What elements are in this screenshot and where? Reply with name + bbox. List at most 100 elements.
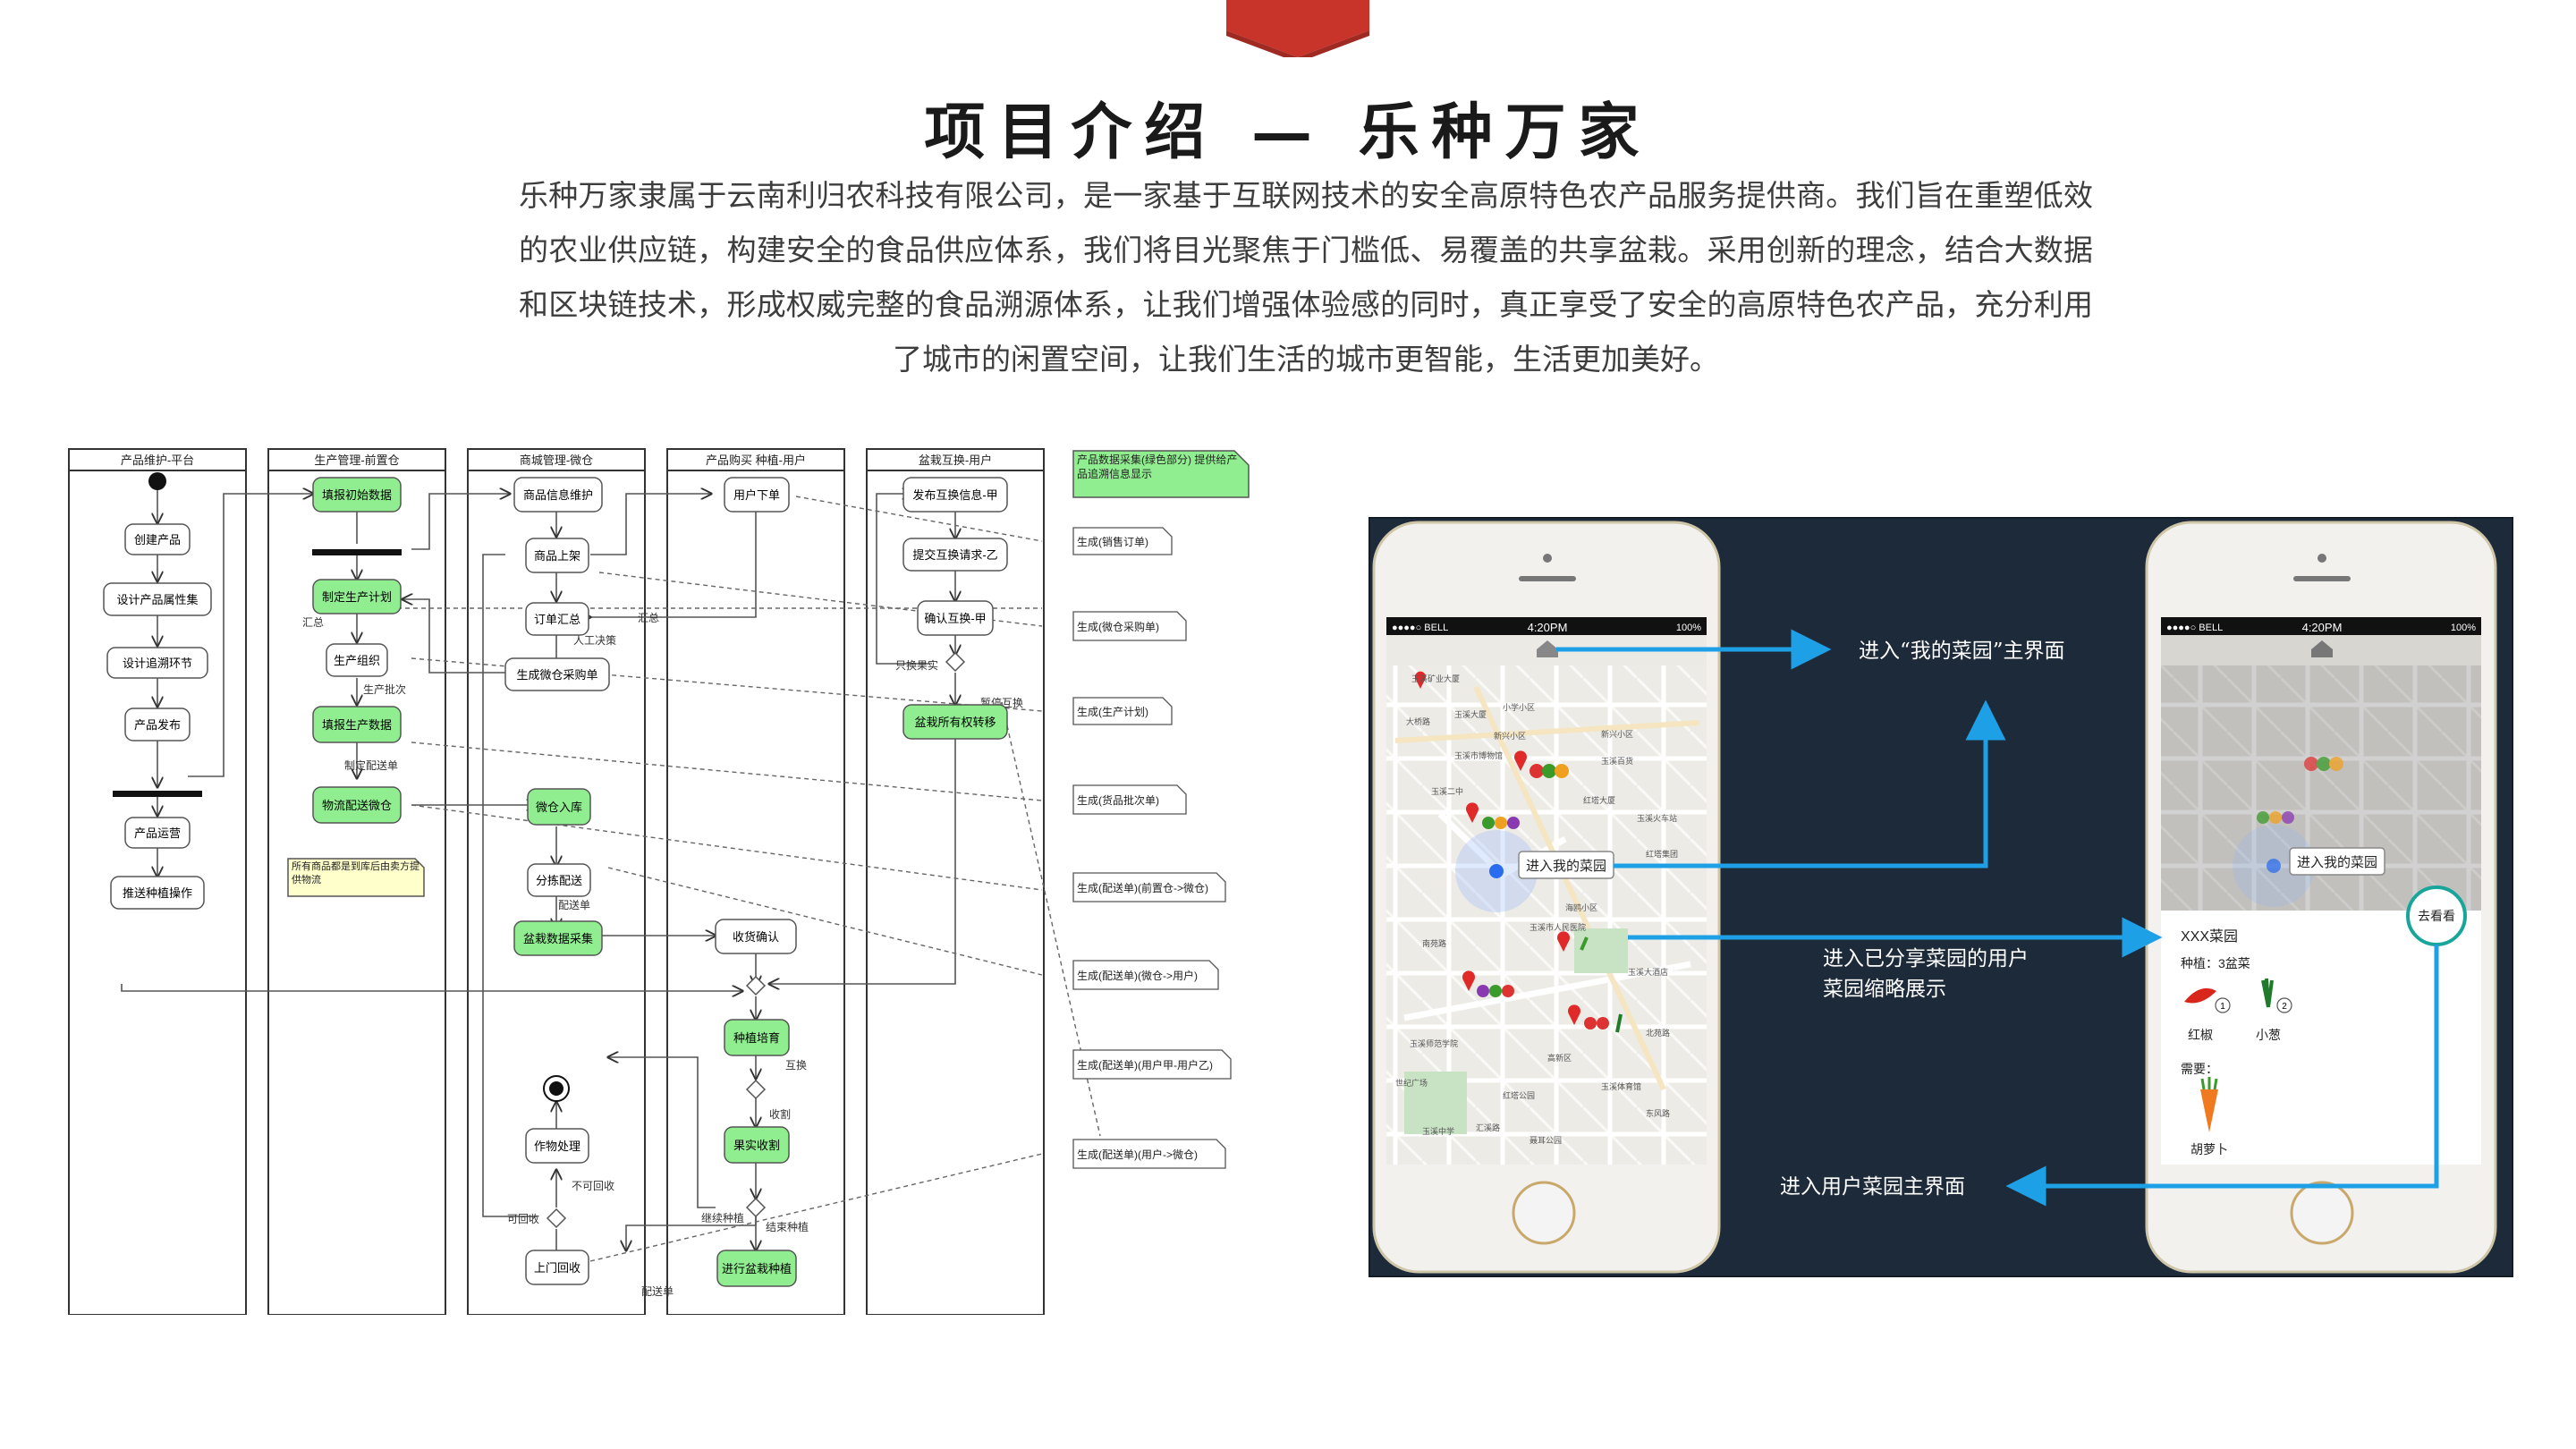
svg-text:北苑路: 北苑路 (1646, 1028, 1670, 1038)
svg-text:盆栽所有权转移: 盆栽所有权转移 (914, 716, 996, 729)
node-exch-ok: 确认互换-甲 (917, 600, 994, 636)
garden-preview-card[interactable]: XXX菜园 种植：3盆菜 1 2 红椒 小葱 需要： 胡萝卜 (2161, 911, 2481, 1165)
enter-my-garden-button-right[interactable]: 进入我的菜园 (2289, 847, 2385, 876)
svg-text:上门回收: 上门回收 (534, 1261, 580, 1275)
node-transfer: 盆栽所有权转移 (902, 704, 1008, 740)
annotation-enter-user-garden: 进入用户菜园主界面 (1780, 1175, 1965, 1199)
svg-text:进入我的菜园: 进入我的菜园 (1526, 859, 1606, 874)
svg-text:高新区: 高新区 (1547, 1053, 1572, 1063)
node-design-trace: 设计追溯环节 (106, 647, 208, 679)
node-create-product: 创建产品 (124, 523, 191, 555)
note-yellow: 所有商品都是到库后由卖方提供物流 (287, 858, 425, 897)
svg-text:玉溪市博物馆: 玉溪市博物馆 (1454, 750, 1503, 760)
svg-text:分拣配送: 分拣配送 (536, 874, 582, 887)
svg-text:100%: 100% (2451, 623, 2476, 633)
card-title: XXX菜园 (2181, 928, 2238, 945)
svg-text:●●●●○ BELL: ●●●●○ BELL (1392, 623, 1448, 633)
svg-text:玉溪大酒店: 玉溪大酒店 (1628, 967, 1668, 977)
lane-header-production: 生产管理-前置仓 (314, 453, 399, 467)
svg-text:推送种植操作: 推送种植操作 (123, 886, 192, 900)
lane-header-exchange: 盆栽互换-用户 (919, 453, 992, 467)
svg-text:4:20PM: 4:20PM (2302, 621, 2343, 634)
svg-text:聂耳公园: 聂耳公园 (1530, 1136, 1562, 1145)
node-visit: 上门回收 (525, 1250, 589, 1285)
lane-header-mall: 商城管理-微仓 (520, 453, 593, 467)
home-button[interactable] (1512, 1181, 1576, 1245)
node-fill-init: 填报初始数据 (312, 477, 402, 513)
svg-text:100%: 100% (1676, 623, 1701, 633)
svg-text:微仓入库: 微仓入库 (536, 801, 582, 814)
svg-text:商品上架: 商品上架 (534, 549, 580, 563)
doc-delivery-user-to-user: 生成(配送单)(用户甲-用户乙) (1072, 1049, 1232, 1080)
svg-text:填报初始数据: 填报初始数据 (322, 488, 392, 502)
node-shelf: 商品上架 (525, 538, 589, 573)
start-node (148, 472, 166, 490)
node-design-attr: 设计产品属性集 (103, 582, 212, 616)
doc-microwarehouse-po: 生成(微仓采购单) (1072, 611, 1187, 641)
svg-text:盆栽数据采集: 盆栽数据采集 (523, 932, 593, 945)
activity-nodes: 创建产品 设计产品属性集 设计追溯环节 产品发布 产品运营 推送种植操作 填报初… (103, 477, 1008, 1287)
doc-goods-batch: 生成(货品批次单) (1072, 784, 1187, 815)
node-make-plan: 制定生产计划 (312, 579, 402, 614)
svg-text:玉溪大厦: 玉溪大厦 (1454, 709, 1487, 719)
svg-text:生成(配送单)(用户甲-用户乙): 生成(配送单)(用户甲-用户乙) (1077, 1058, 1213, 1072)
node-enjoy: 进行盆栽种植 (716, 1250, 797, 1287)
svg-text:生成(货品批次单): 生成(货品批次单) (1077, 793, 1159, 807)
note-green: 产品数据采集(绿色部分) 提供给产品追溯信息显示 (1072, 450, 1250, 498)
node-push-ops: 推送种植操作 (110, 876, 205, 910)
svg-text:收货确认: 收货确认 (733, 930, 779, 944)
svg-text:产品运营: 产品运营 (134, 826, 181, 840)
svg-text:红塔大厦: 红塔大厦 (1583, 795, 1615, 805)
svg-text:小学小区: 小学小区 (1503, 702, 1535, 712)
svg-text:玉溪体育馆: 玉溪体育馆 (1601, 1081, 1641, 1091)
node-harvest: 果实收割 (724, 1126, 790, 1164)
node-info-maint: 商品信息维护 (513, 477, 603, 513)
svg-text:订单汇总: 订单汇总 (534, 613, 580, 626)
svg-text:物流配送微仓: 物流配送微仓 (322, 799, 392, 812)
fork-bar-production (312, 549, 402, 555)
svg-text:世纪广场: 世纪广场 (1395, 1078, 1428, 1088)
svg-text:种植培育: 种植培育 (733, 1031, 780, 1045)
svg-text:玉溪火车站: 玉溪火车站 (1637, 813, 1677, 823)
lane-header-platform: 产品维护-平台 (121, 453, 194, 467)
enter-my-garden-button[interactable]: 进入我的菜园 (1518, 851, 1614, 879)
svg-text:设计追溯环节: 设计追溯环节 (123, 657, 192, 670)
svg-text:新兴小区: 新兴小区 (1494, 731, 1526, 741)
node-publish: 产品发布 (124, 708, 191, 741)
label-end-planting: 结束种植 (766, 1220, 809, 1233)
label-continue-planting: 继续种植 (701, 1211, 744, 1224)
node-pot-collect: 盆栽数据采集 (513, 920, 603, 956)
svg-text:玉溪师范学院: 玉溪师范学院 (1410, 1038, 1458, 1048)
node-distribute: 分拣配送 (527, 863, 591, 897)
label-harvest: 收割 (769, 1107, 791, 1121)
svg-text:填报生产数据: 填报生产数据 (322, 718, 392, 732)
phone-right: ●●●●○ BELL 4:20PM 100% XXX菜园 种植：3盆菜 1 2 … (2145, 521, 2497, 1274)
node-receive: 收货确认 (715, 919, 797, 954)
go-look-button[interactable]: 去看看 (2406, 886, 2467, 946)
svg-text:产品发布: 产品发布 (134, 718, 181, 732)
node-order: 用户下单 (724, 477, 790, 513)
svg-text:生成微仓采购单: 生成微仓采购单 (516, 668, 597, 682)
label-recyclable: 可回收 (507, 1213, 539, 1225)
node-in-stock: 微仓入库 (527, 788, 591, 826)
svg-text:红塔公园: 红塔公园 (1503, 1090, 1535, 1100)
svg-text:制定生产计划: 制定生产计划 (322, 590, 392, 604)
label-delivery-note: 配送单 (558, 898, 590, 911)
node-fill-prod: 填报生产数据 (312, 706, 402, 743)
svg-text:设计产品属性集: 设计产品属性集 (116, 593, 198, 606)
home-button-right[interactable] (2290, 1181, 2354, 1245)
doc-production-plan: 生成(生产计划) (1072, 697, 1173, 725)
svg-text:玉溪中学: 玉溪中学 (1422, 1126, 1454, 1136)
svg-text:发布互换信息-甲: 发布互换信息-甲 (912, 488, 997, 502)
svg-text:玉溪二中: 玉溪二中 (1431, 786, 1463, 796)
svg-text:汇溪路: 汇溪路 (1476, 1123, 1500, 1132)
svg-text:进行盆栽种植: 进行盆栽种植 (722, 1262, 792, 1275)
node-manage: 种植培育 (724, 1019, 790, 1056)
svg-text:生成(销售订单): 生成(销售订单) (1077, 535, 1148, 548)
svg-text:南苑路: 南苑路 (1422, 938, 1446, 948)
svg-text:生成(配送单)(微仓->用户): 生成(配送单)(微仓->用户) (1077, 969, 1198, 982)
label-summary-2: 汇总 (638, 612, 659, 624)
doc-delivery-micro-to-user: 生成(配送单)(微仓->用户) (1072, 960, 1219, 990)
svg-text:确认互换-甲: 确认互换-甲 (924, 612, 986, 625)
svg-text:玉溪百货: 玉溪百货 (1601, 756, 1633, 766)
